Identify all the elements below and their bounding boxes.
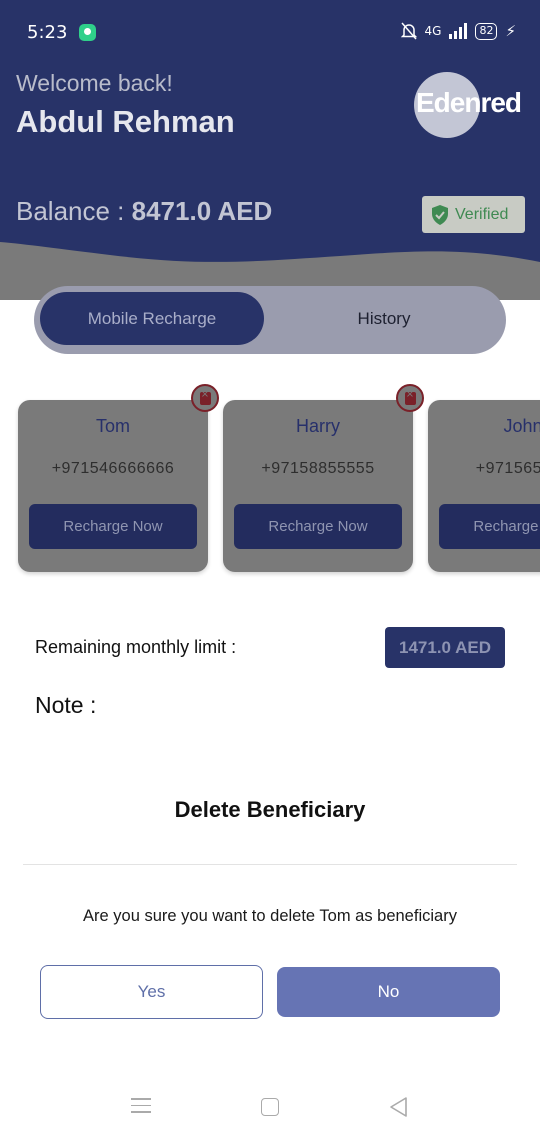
- beneficiary-phone: +971546666666: [51, 460, 175, 477]
- beneficiary-name: Tom: [95, 416, 130, 436]
- beneficiary-phone: +97158855555: [261, 460, 375, 477]
- yes-button[interactable]: Yes: [40, 965, 263, 1019]
- signal-icon: [449, 23, 468, 39]
- recharge-now-button[interactable]: Recharge Now: [234, 504, 402, 549]
- verified-badge: Verified: [422, 196, 525, 233]
- back-icon[interactable]: [388, 1096, 408, 1118]
- beneficiary-name: Harry: [296, 416, 340, 436]
- dialog-message: Are you sure you want to delete Tom as b…: [83, 907, 457, 925]
- verified-label: Verified: [455, 205, 509, 223]
- balance: Balance : 8471.0 AED: [16, 196, 272, 227]
- remaining-limit-label: Remaining monthly limit :: [35, 637, 237, 657]
- tab-switcher: Mobile Recharge History: [34, 286, 506, 354]
- charging-icon: ⚡: [505, 22, 516, 40]
- home-icon[interactable]: [261, 1098, 279, 1116]
- status-bar: 5:23 4G 82 ⚡: [0, 0, 540, 66]
- header: 5:23 4G 82 ⚡ Welcome back! Abdul Rehman …: [0, 0, 540, 300]
- beneficiary-name: John: [503, 416, 540, 436]
- bell-off-icon: [400, 22, 417, 40]
- battery-level: 82: [475, 22, 498, 40]
- status-icons: 4G 82 ⚡: [400, 22, 516, 40]
- beneficiary-card-harry: Harry +97158855555 Recharge Now: [223, 400, 413, 572]
- user-name: Abdul Rehman: [16, 104, 235, 139]
- beneficiary-card-tom: Tom +971546666666 Recharge Now: [18, 400, 208, 572]
- edenred-logo-text: Edenred: [416, 87, 522, 118]
- dialog-divider: [23, 864, 517, 865]
- remaining-limit-value: 1471.0 AED: [385, 627, 505, 668]
- beneficiary-phone: +971565656: [475, 460, 540, 477]
- shield-check-icon: [432, 204, 448, 225]
- app-screen: 5:23 4G 82 ⚡ Welcome back! Abdul Rehman …: [0, 0, 540, 1140]
- menu-icon[interactable]: [131, 1098, 151, 1116]
- no-button[interactable]: No: [277, 967, 500, 1017]
- beneficiary-card-john: John +971565656 Recharge Now: [428, 400, 540, 572]
- balance-label: Balance :: [16, 196, 132, 226]
- status-time: 5:23: [27, 22, 68, 43]
- delete-beneficiary-icon[interactable]: [191, 384, 219, 412]
- note-label: Note :: [35, 692, 97, 718]
- welcome-text: Welcome back!: [16, 70, 173, 96]
- recharge-now-button[interactable]: Recharge Now: [439, 504, 540, 549]
- dialog-title: Delete Beneficiary: [174, 797, 366, 822]
- system-nav-bar: [0, 1080, 540, 1140]
- network-type: 4G: [424, 24, 442, 38]
- tab-history[interactable]: History: [294, 292, 474, 345]
- tab-mobile-recharge[interactable]: Mobile Recharge: [40, 292, 264, 345]
- balance-value: 8471.0 AED: [131, 196, 273, 226]
- recharge-now-button[interactable]: Recharge Now: [29, 504, 197, 549]
- notification-app-icon: [79, 24, 96, 41]
- delete-beneficiary-icon[interactable]: [396, 384, 424, 412]
